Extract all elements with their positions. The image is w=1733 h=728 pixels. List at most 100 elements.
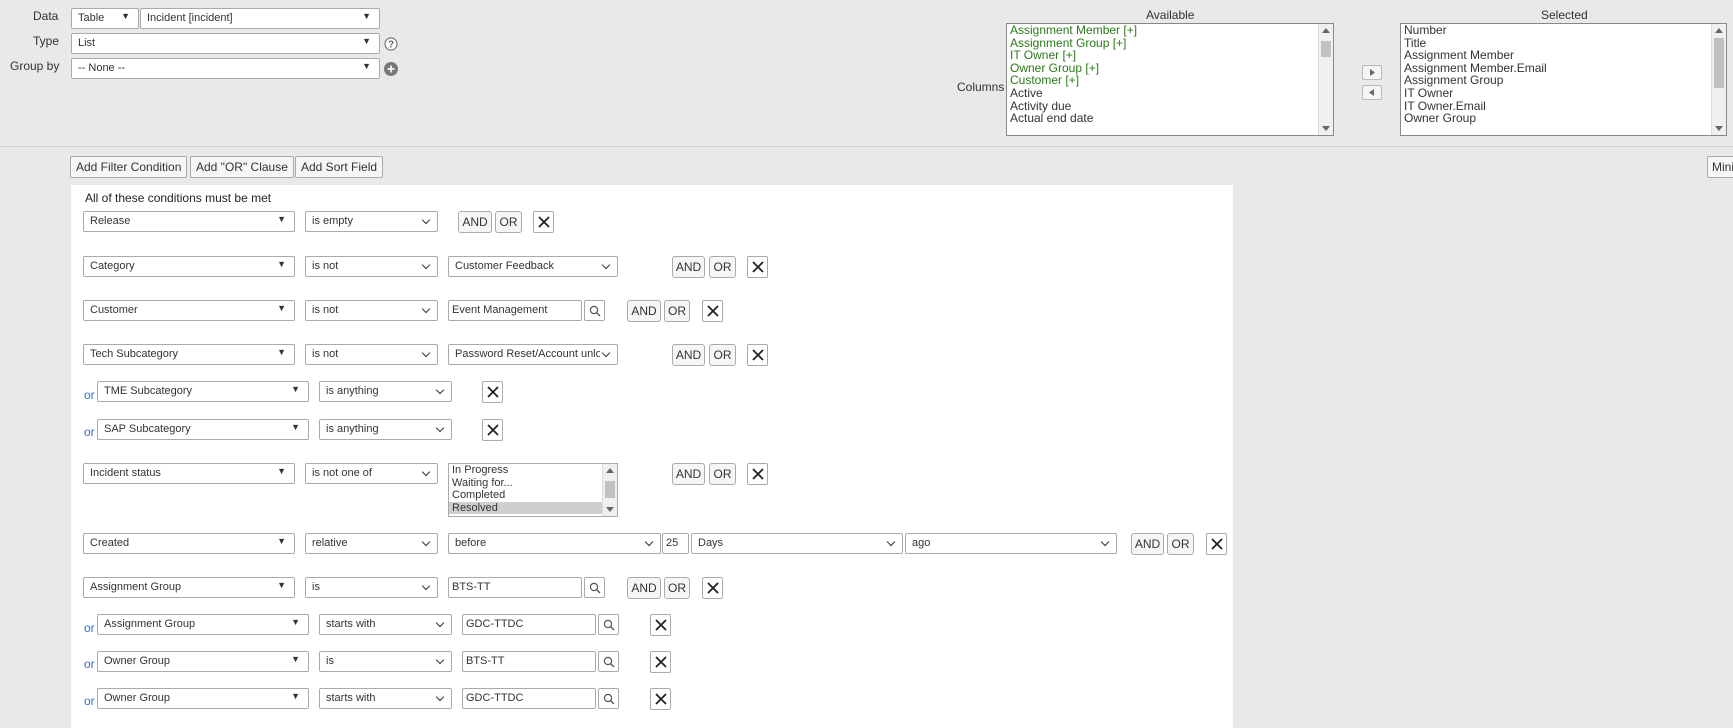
or-button[interactable]: OR: [1167, 533, 1194, 555]
data-table-select[interactable]: Incident [incident] ▼: [140, 8, 380, 29]
delete-condition-button[interactable]: [482, 419, 503, 441]
condition-operator-select[interactable]: is: [305, 577, 438, 598]
move-right-button[interactable]: [1362, 65, 1382, 80]
delete-condition-button[interactable]: [702, 577, 723, 599]
relative-ago-select[interactable]: ago: [905, 533, 1117, 554]
condition-field-select[interactable]: Tech Subcategory ▼: [83, 344, 295, 365]
or-button[interactable]: OR: [664, 300, 690, 322]
condition-field-select[interactable]: Customer ▼: [83, 300, 295, 321]
delete-condition-button[interactable]: [533, 211, 554, 233]
condition-operator-select[interactable]: is anything: [319, 419, 452, 440]
and-button[interactable]: AND: [627, 300, 661, 322]
list-item[interactable]: Number: [1401, 24, 1726, 37]
scroll-thumb[interactable]: [605, 481, 615, 498]
condition-field-select[interactable]: TME Subcategory ▼: [97, 381, 309, 402]
condition-field-select[interactable]: Owner Group ▼: [97, 688, 309, 709]
or-button[interactable]: OR: [709, 344, 736, 366]
or-button[interactable]: OR: [495, 211, 522, 233]
delete-condition-button[interactable]: [650, 614, 671, 636]
condition-operator-select[interactable]: is empty: [305, 211, 438, 232]
condition-operator-select[interactable]: is: [319, 651, 452, 672]
scroll-down-icon[interactable]: [1322, 126, 1330, 131]
selected-columns-list[interactable]: Number Title Assignment Member Assignmen…: [1400, 23, 1727, 136]
condition-operator-select[interactable]: is not: [305, 256, 438, 277]
lookup-button[interactable]: [598, 688, 619, 709]
condition-field-select[interactable]: SAP Subcategory ▼: [97, 419, 309, 440]
groupby-select[interactable]: -- None -- ▼: [71, 58, 380, 79]
or-button[interactable]: OR: [709, 463, 736, 485]
and-button[interactable]: AND: [672, 344, 705, 366]
delete-condition-button[interactable]: [650, 688, 671, 710]
and-button[interactable]: AND: [458, 211, 492, 233]
relative-unit-select[interactable]: Days: [691, 533, 903, 554]
add-or-clause-button[interactable]: Add "OR" Clause: [190, 156, 294, 178]
relative-direction-select[interactable]: before: [448, 533, 661, 554]
lookup-button[interactable]: [584, 577, 605, 598]
type-select[interactable]: List ▼: [71, 33, 380, 54]
delete-condition-button[interactable]: [747, 344, 768, 366]
scroll-down-icon[interactable]: [606, 507, 614, 512]
plus-circle-icon[interactable]: [384, 62, 398, 76]
scrollbar[interactable]: [1711, 24, 1726, 135]
scroll-up-icon[interactable]: [1322, 28, 1330, 33]
condition-value-multiselect[interactable]: In Progress Waiting for... Completed Res…: [448, 463, 618, 517]
delete-condition-button[interactable]: [747, 463, 768, 485]
available-columns-list[interactable]: Assignment Member [+] Assignment Group […: [1006, 23, 1334, 136]
condition-field-select[interactable]: Created ▼: [83, 533, 295, 554]
condition-field-select[interactable]: Owner Group ▼: [97, 651, 309, 672]
relative-number-input[interactable]: 25: [662, 533, 689, 554]
list-item[interactable]: Waiting for...: [449, 477, 617, 490]
scroll-thumb[interactable]: [1321, 41, 1331, 57]
condition-operator-select[interactable]: starts with: [319, 688, 452, 709]
scroll-thumb[interactable]: [1714, 38, 1724, 88]
and-button[interactable]: AND: [1131, 533, 1164, 555]
scroll-up-icon[interactable]: [606, 468, 614, 473]
or-button[interactable]: OR: [709, 256, 736, 278]
move-left-button[interactable]: [1362, 85, 1382, 100]
condition-value-select[interactable]: Customer Feedback: [448, 256, 618, 277]
condition-operator-select[interactable]: is not: [305, 344, 438, 365]
list-item[interactable]: Assignment Member: [1401, 49, 1726, 62]
condition-value-input[interactable]: BTS-TT: [448, 577, 582, 598]
condition-operator-select[interactable]: relative: [305, 533, 438, 554]
and-button[interactable]: AND: [627, 577, 661, 599]
scroll-down-icon[interactable]: [1715, 126, 1723, 131]
question-circle-icon[interactable]: ?: [384, 37, 398, 51]
list-item[interactable]: Completed: [449, 489, 617, 502]
delete-condition-button[interactable]: [650, 651, 671, 673]
list-item[interactable]: IT Owner [+]: [1007, 49, 1333, 62]
delete-condition-button[interactable]: [702, 300, 723, 322]
scrollbar[interactable]: [602, 464, 617, 516]
condition-value-input[interactable]: GDC-TTDC: [462, 688, 596, 709]
condition-field-select[interactable]: Assignment Group ▼: [83, 577, 295, 598]
condition-value-input[interactable]: BTS-TT: [462, 651, 596, 672]
condition-field-select[interactable]: Category ▼: [83, 256, 295, 277]
mini-button[interactable]: Mini: [1707, 156, 1733, 178]
list-item[interactable]: Assignment Member [+]: [1007, 24, 1333, 37]
add-filter-condition-button[interactable]: Add Filter Condition: [70, 156, 188, 178]
add-sort-field-button[interactable]: Add Sort Field: [295, 156, 384, 178]
list-item[interactable]: Resolved: [449, 501, 602, 515]
condition-field-select[interactable]: Incident status ▼: [83, 463, 295, 484]
condition-operator-select[interactable]: is not: [305, 300, 438, 321]
delete-condition-button[interactable]: [1206, 533, 1227, 555]
lookup-button[interactable]: [584, 300, 605, 321]
list-item[interactable]: In Progress: [449, 464, 617, 477]
data-source-select[interactable]: Table ▼: [71, 8, 139, 29]
list-item[interactable]: Active: [1007, 87, 1333, 100]
lookup-button[interactable]: [598, 614, 619, 635]
delete-condition-button[interactable]: [482, 381, 503, 403]
condition-value-input[interactable]: GDC-TTDC: [462, 614, 596, 635]
condition-operator-select[interactable]: is anything: [319, 381, 452, 402]
condition-operator-select[interactable]: is not one of: [305, 463, 438, 484]
condition-operator-select[interactable]: starts with: [319, 614, 452, 635]
condition-value-input[interactable]: Event Management: [448, 300, 582, 321]
and-button[interactable]: AND: [672, 463, 705, 485]
or-button[interactable]: OR: [664, 577, 690, 599]
lookup-button[interactable]: [598, 651, 619, 672]
condition-field-select[interactable]: Assignment Group ▼: [97, 614, 309, 635]
list-item[interactable]: Customer [+]: [1007, 74, 1333, 87]
scrollbar[interactable]: [1318, 24, 1333, 135]
list-item[interactable]: Actual end date: [1007, 112, 1333, 125]
condition-value-select[interactable]: Password Reset/Account unlock: [448, 344, 618, 365]
